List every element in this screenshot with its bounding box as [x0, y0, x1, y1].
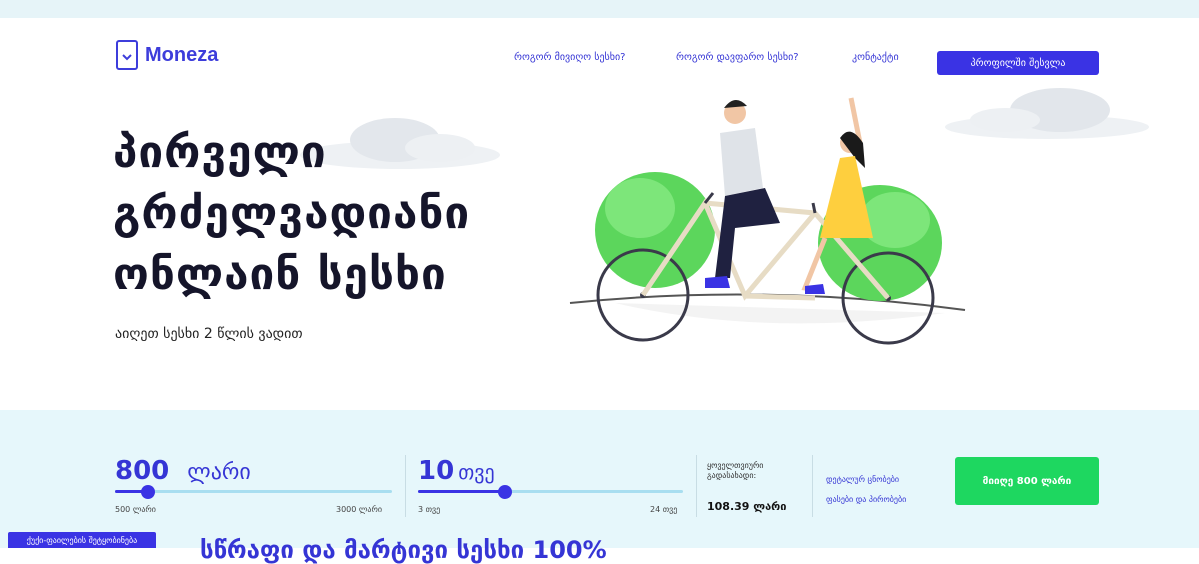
get-loan-button[interactable]: მიიღე 800 ლარი: [955, 457, 1099, 505]
amount-max-label: 3000 ლარი: [336, 505, 382, 514]
amount-unit: ლარი: [187, 460, 251, 485]
monthly-payment-label: ყოველთვიური გადასახადი:: [707, 461, 764, 480]
nav-how-to-repay[interactable]: როგორ დავფარო სესხი?: [676, 52, 799, 63]
divider: [405, 455, 406, 517]
logo[interactable]: Moneza: [115, 40, 218, 70]
top-strip: [0, 0, 1199, 18]
nav-how-to-get-loan[interactable]: როგორ მივიღო სესხი?: [514, 52, 625, 63]
hero-title-line: გრძელვადიანი: [113, 188, 471, 239]
term-max-label: 24 თვე: [650, 505, 678, 514]
cloud-right-decoration: [945, 88, 1149, 139]
term-display: 10 თვე: [418, 456, 495, 486]
amount-slider-thumb[interactable]: [141, 485, 155, 499]
amount-display: 800 ლარი: [115, 456, 251, 486]
hero-title-line: ონლაინ სესხი: [113, 249, 447, 300]
profile-login-button[interactable]: პროფილში შესვლა: [937, 51, 1099, 75]
term-slider-fill: [418, 490, 505, 493]
hero-title: პირველი გრძელვადიანი ონლაინ სესხი: [113, 122, 470, 305]
brand-name: Moneza: [145, 43, 219, 66]
nav-contact[interactable]: კონტაქტი: [852, 52, 899, 63]
amount-value: 800: [115, 456, 170, 486]
term-min-label: 3 თვე: [418, 505, 441, 514]
term-unit: თვე: [458, 460, 495, 484]
hero-subtitle: აიღეთ სესხი 2 წლის ვადით: [115, 326, 303, 342]
term-slider-thumb[interactable]: [498, 485, 512, 499]
tandem-bicycle-illustration: [569, 97, 966, 345]
info-links: დეტალურ ცნობები ფასები და პირობები: [826, 470, 906, 510]
monthly-payment-value: 108.39 ლარი: [707, 500, 787, 513]
cookie-notice-tab[interactable]: ქუქი-ფაილების შეტყობინება: [8, 532, 156, 548]
divider: [696, 455, 697, 517]
hero-title-line: პირველი: [113, 127, 327, 178]
divider: [812, 455, 813, 517]
phone-logo-icon: [116, 40, 138, 70]
amount-min-label: 500 ლარი: [115, 505, 156, 514]
terms-link[interactable]: ფასები და პირობები: [826, 490, 906, 510]
term-value: 10: [418, 456, 455, 486]
section-heading: სწრაფი და მარტივი სესხი 100%: [200, 536, 607, 564]
amount-slider-track[interactable]: [115, 490, 392, 493]
details-link[interactable]: დეტალურ ცნობები: [826, 470, 906, 490]
